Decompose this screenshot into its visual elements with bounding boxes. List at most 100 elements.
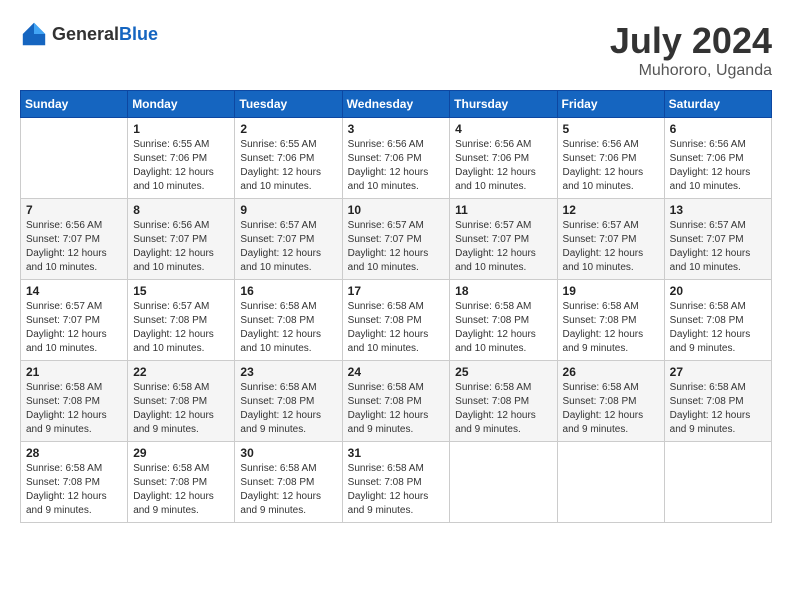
calendar-week-row: 7 Sunrise: 6:56 AMSunset: 7:07 PMDaylight… <box>21 199 772 280</box>
day-info: Sunrise: 6:58 AMSunset: 7:08 PMDaylight:… <box>563 300 659 356</box>
day-number: 14 <box>26 284 122 298</box>
day-info: Sunrise: 6:58 AMSunset: 7:08 PMDaylight:… <box>563 381 659 437</box>
calendar-header-row: SundayMondayTuesdayWednesdayThursdayFrid… <box>21 91 772 118</box>
calendar-cell: 18 Sunrise: 6:58 AMSunset: 7:08 PMDayligh… <box>450 280 557 361</box>
calendar-cell: 9 Sunrise: 6:57 AMSunset: 7:07 PMDaylight… <box>235 199 342 280</box>
day-number: 12 <box>563 203 659 217</box>
day-info: Sunrise: 6:58 AMSunset: 7:08 PMDaylight:… <box>240 300 336 356</box>
day-number: 20 <box>670 284 766 298</box>
day-header-friday: Friday <box>557 91 664 118</box>
day-info: Sunrise: 6:58 AMSunset: 7:08 PMDaylight:… <box>348 381 445 437</box>
day-number: 10 <box>348 203 445 217</box>
calendar-cell: 26Sunrise: 6:58 AMSunset: 7:08 PMDayligh… <box>557 361 664 442</box>
day-number: 7 <box>26 203 122 217</box>
calendar-week-row: 21 Sunrise: 6:58 AMSunset: 7:08 PMDayligh… <box>21 361 772 442</box>
day-number: 27 <box>670 365 766 379</box>
calendar-cell: 5Sunrise: 6:56 AMSunset: 7:06 PMDaylight… <box>557 118 664 199</box>
day-number: 3 <box>348 122 445 136</box>
day-number: 18 <box>455 284 551 298</box>
day-number: 25 <box>455 365 551 379</box>
day-header-sunday: Sunday <box>21 91 128 118</box>
day-number: 23 <box>240 365 336 379</box>
day-header-saturday: Saturday <box>664 91 771 118</box>
title-block: July 2024 Muhororo, Uganda <box>610 20 772 80</box>
calendar-cell: 13 Sunrise: 6:57 AMSunset: 7:07 PMDayligh… <box>664 199 771 280</box>
day-info: Sunrise: 6:58 AMSunset: 7:08 PMDaylight:… <box>348 300 445 356</box>
day-number: 4 <box>455 122 551 136</box>
day-info: Sunrise: 6:57 AMSunset: 7:07 PMDaylight:… <box>670 219 766 275</box>
day-info: Sunrise: 6:55 AMSunset: 7:06 PMDaylight:… <box>133 138 229 194</box>
day-info: Sunrise: 6:58 AMSunset: 7:08 PMDaylight:… <box>26 381 122 437</box>
logo: GeneralBlue <box>20 20 158 48</box>
day-number: 8 <box>133 203 229 217</box>
day-header-monday: Monday <box>128 91 235 118</box>
day-number: 6 <box>670 122 766 136</box>
calendar-cell: 30 Sunrise: 6:58 AMSunset: 7:08 PMDayligh… <box>235 442 342 523</box>
calendar-cell: 3Sunrise: 6:56 AMSunset: 7:06 PMDaylight… <box>342 118 450 199</box>
day-info: Sunrise: 6:57 AMSunset: 7:07 PMDaylight:… <box>348 219 445 275</box>
calendar-cell <box>450 442 557 523</box>
calendar-cell: 23Sunrise: 6:58 AMSunset: 7:08 PMDayligh… <box>235 361 342 442</box>
day-info: Sunrise: 6:58 AMSunset: 7:08 PMDaylight:… <box>455 300 551 356</box>
logo-text-blue: Blue <box>119 24 158 44</box>
calendar-cell: 1 Sunrise: 6:55 AMSunset: 7:06 PMDaylight… <box>128 118 235 199</box>
day-info: Sunrise: 6:58 AMSunset: 7:08 PMDaylight:… <box>240 462 336 518</box>
day-number: 31 <box>348 446 445 460</box>
calendar-cell: 24Sunrise: 6:58 AMSunset: 7:08 PMDayligh… <box>342 361 450 442</box>
calendar-cell: 31 Sunrise: 6:58 AMSunset: 7:08 PMDayligh… <box>342 442 450 523</box>
day-number: 29 <box>133 446 229 460</box>
day-info: Sunrise: 6:57 AMSunset: 7:07 PMDaylight:… <box>26 300 122 356</box>
day-info: Sunrise: 6:58 AMSunset: 7:08 PMDaylight:… <box>670 381 766 437</box>
day-number: 17 <box>348 284 445 298</box>
calendar-table: SundayMondayTuesdayWednesdayThursdayFrid… <box>20 90 772 523</box>
calendar-cell: 14 Sunrise: 6:57 AMSunset: 7:07 PMDayligh… <box>21 280 128 361</box>
day-number: 19 <box>563 284 659 298</box>
calendar-cell: 19 Sunrise: 6:58 AMSunset: 7:08 PMDayligh… <box>557 280 664 361</box>
calendar-cell: 29 Sunrise: 6:58 AMSunset: 7:08 PMDayligh… <box>128 442 235 523</box>
calendar-week-row: 14 Sunrise: 6:57 AMSunset: 7:07 PMDayligh… <box>21 280 772 361</box>
calendar-week-row: 28Sunrise: 6:58 AMSunset: 7:08 PMDayligh… <box>21 442 772 523</box>
calendar-week-row: 1 Sunrise: 6:55 AMSunset: 7:06 PMDaylight… <box>21 118 772 199</box>
calendar-cell: 17 Sunrise: 6:58 AMSunset: 7:08 PMDayligh… <box>342 280 450 361</box>
day-info: Sunrise: 6:55 AMSunset: 7:06 PMDaylight:… <box>240 138 336 194</box>
day-info: Sunrise: 6:58 AMSunset: 7:08 PMDaylight:… <box>348 462 445 518</box>
calendar-cell: 16 Sunrise: 6:58 AMSunset: 7:08 PMDayligh… <box>235 280 342 361</box>
day-number: 21 <box>26 365 122 379</box>
page-header: GeneralBlue July 2024 Muhororo, Uganda <box>20 20 772 80</box>
day-number: 13 <box>670 203 766 217</box>
calendar-cell: 6 Sunrise: 6:56 AMSunset: 7:06 PMDaylight… <box>664 118 771 199</box>
logo-icon <box>20 20 48 48</box>
day-number: 5 <box>563 122 659 136</box>
location-title: Muhororo, Uganda <box>610 62 772 80</box>
day-number: 9 <box>240 203 336 217</box>
day-info: Sunrise: 6:56 AMSunset: 7:07 PMDaylight:… <box>133 219 229 275</box>
day-info: Sunrise: 6:57 AMSunset: 7:07 PMDaylight:… <box>563 219 659 275</box>
day-info: Sunrise: 6:56 AMSunset: 7:06 PMDaylight:… <box>670 138 766 194</box>
calendar-cell: 15Sunrise: 6:57 AMSunset: 7:08 PMDayligh… <box>128 280 235 361</box>
day-info: Sunrise: 6:58 AMSunset: 7:08 PMDaylight:… <box>133 381 229 437</box>
calendar-cell: 8 Sunrise: 6:56 AMSunset: 7:07 PMDaylight… <box>128 199 235 280</box>
day-number: 11 <box>455 203 551 217</box>
day-number: 30 <box>240 446 336 460</box>
day-info: Sunrise: 6:58 AMSunset: 7:08 PMDaylight:… <box>670 300 766 356</box>
day-number: 1 <box>133 122 229 136</box>
calendar-cell <box>21 118 128 199</box>
calendar-cell: 11 Sunrise: 6:57 AMSunset: 7:07 PMDayligh… <box>450 199 557 280</box>
day-info: Sunrise: 6:56 AMSunset: 7:07 PMDaylight:… <box>26 219 122 275</box>
calendar-cell <box>664 442 771 523</box>
calendar-cell: 27 Sunrise: 6:58 AMSunset: 7:08 PMDayligh… <box>664 361 771 442</box>
calendar-cell: 4Sunrise: 6:56 AMSunset: 7:06 PMDaylight… <box>450 118 557 199</box>
calendar-cell: 25 Sunrise: 6:58 AMSunset: 7:08 PMDayligh… <box>450 361 557 442</box>
day-info: Sunrise: 6:58 AMSunset: 7:08 PMDaylight:… <box>455 381 551 437</box>
calendar-cell: 7 Sunrise: 6:56 AMSunset: 7:07 PMDaylight… <box>21 199 128 280</box>
calendar-cell: 2Sunrise: 6:55 AMSunset: 7:06 PMDaylight… <box>235 118 342 199</box>
month-year-title: July 2024 <box>610 20 772 62</box>
day-info: Sunrise: 6:57 AMSunset: 7:07 PMDaylight:… <box>455 219 551 275</box>
calendar-cell: 22Sunrise: 6:58 AMSunset: 7:08 PMDayligh… <box>128 361 235 442</box>
day-info: Sunrise: 6:58 AMSunset: 7:08 PMDaylight:… <box>133 462 229 518</box>
logo-text: GeneralBlue <box>52 24 158 45</box>
day-number: 16 <box>240 284 336 298</box>
calendar-cell: 10 Sunrise: 6:57 AMSunset: 7:07 PMDayligh… <box>342 199 450 280</box>
calendar-cell: 28Sunrise: 6:58 AMSunset: 7:08 PMDayligh… <box>21 442 128 523</box>
day-info: Sunrise: 6:57 AMSunset: 7:07 PMDaylight:… <box>240 219 336 275</box>
